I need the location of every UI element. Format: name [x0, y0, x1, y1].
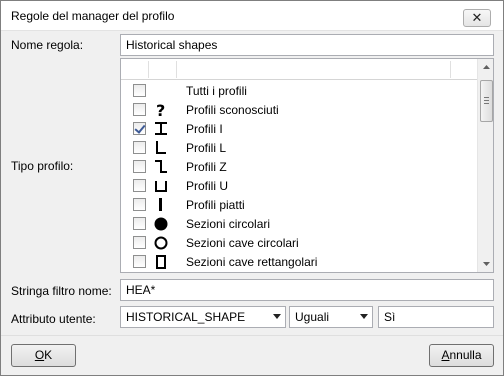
- checkbox-hollow-circular-sections[interactable]: [133, 236, 146, 249]
- list-item-z-profiles[interactable]: Profili Z: [121, 157, 477, 176]
- close-button[interactable]: ✕: [463, 9, 491, 27]
- cancel-button[interactable]: Annulla: [429, 344, 494, 367]
- item-label: Profili I: [186, 122, 223, 136]
- list-item-flat-profiles[interactable]: Profili piatti: [121, 195, 477, 214]
- hollow-circle-icon: [151, 234, 171, 251]
- list-item-all-profiles[interactable]: Tutti i profili: [121, 81, 477, 100]
- item-label: Tutti i profili: [186, 84, 247, 98]
- filled-circle-icon: [151, 215, 171, 232]
- attribute-value-input[interactable]: Sì: [378, 306, 494, 328]
- profile-manager-rules-dialog: Regole del manager del profilo ✕ Nome re…: [0, 0, 504, 376]
- item-label: Profili piatti: [186, 198, 245, 212]
- checkbox-circular-sections[interactable]: [133, 217, 146, 230]
- user-attribute-value: HISTORICAL_SHAPE: [126, 310, 246, 324]
- profile-type-list[interactable]: Tutti i profili ? Profili sconosciuti Pr…: [120, 58, 494, 273]
- user-attribute-select[interactable]: HISTORICAL_SHAPE: [120, 306, 286, 328]
- svg-text:?: ?: [156, 101, 165, 118]
- list-header: [121, 59, 477, 80]
- scrollbar-thumb[interactable]: [480, 80, 493, 122]
- item-label: Profili L: [186, 141, 227, 155]
- item-label: Sezioni cave circolari: [186, 236, 299, 250]
- u-channel-icon: [151, 177, 171, 194]
- chevron-down-icon: [360, 314, 368, 319]
- z-section-icon: [151, 158, 171, 175]
- window-title: Regole del manager del profilo: [11, 9, 175, 23]
- item-label: Sezioni cave rettangolari: [186, 255, 318, 269]
- operator-value: Uguali: [295, 310, 330, 324]
- rule-name-label: Nome regola:: [11, 38, 84, 52]
- list-item-i-profiles[interactable]: Profili I: [121, 119, 477, 138]
- flat-bar-icon: [151, 196, 171, 213]
- item-label: Sezioni circolari: [186, 217, 271, 231]
- ok-mnemonic: O: [34, 348, 45, 362]
- operator-select[interactable]: Uguali: [289, 306, 373, 328]
- checkbox-flat-profiles[interactable]: [133, 198, 146, 211]
- list-item-l-profiles[interactable]: Profili L: [121, 138, 477, 157]
- footer-divider: [1, 335, 503, 336]
- checkbox-z-profiles[interactable]: [133, 160, 146, 173]
- item-label: Profili Z: [186, 160, 227, 174]
- checkbox-l-profiles[interactable]: [133, 141, 146, 154]
- list-scrollbar[interactable]: [477, 59, 493, 272]
- list-item-hollow-circular-sections[interactable]: Sezioni cave circolari: [121, 233, 477, 252]
- l-angle-icon: [151, 139, 171, 156]
- checkbox-all-profiles[interactable]: [133, 84, 146, 97]
- name-filter-label: Stringa filtro nome:: [11, 284, 112, 298]
- profile-type-rows: Tutti i profili ? Profili sconosciuti Pr…: [121, 81, 477, 271]
- cancel-label-rest: nnulla: [449, 348, 482, 362]
- ok-label-rest: K: [44, 348, 53, 362]
- checkbox-unknown-profiles[interactable]: [133, 103, 146, 116]
- checkbox-i-profiles[interactable]: [133, 122, 146, 135]
- rule-name-input[interactable]: Historical shapes: [120, 34, 494, 56]
- list-item-u-profiles[interactable]: Profili U: [121, 176, 477, 195]
- hollow-rectangle-icon: [151, 253, 171, 270]
- i-beam-icon: [151, 120, 171, 137]
- title-bar: Regole del manager del profilo ✕: [1, 1, 503, 31]
- list-item-circular-sections[interactable]: Sezioni circolari: [121, 214, 477, 233]
- ok-button[interactable]: OK: [11, 344, 76, 367]
- checkbox-u-profiles[interactable]: [133, 179, 146, 192]
- item-label: Profili U: [186, 179, 229, 193]
- profile-type-label: Tipo profilo:: [11, 159, 74, 173]
- header-col-name[interactable]: [177, 61, 451, 78]
- scroll-down-arrow-icon[interactable]: [478, 255, 493, 272]
- question-mark-icon: ?: [151, 101, 171, 120]
- list-item-hollow-rectangular-sections[interactable]: Sezioni cave rettangolari: [121, 252, 477, 271]
- checkbox-hollow-rectangular-sections[interactable]: [133, 255, 146, 268]
- header-col-check[interactable]: [121, 61, 149, 78]
- name-filter-input[interactable]: HEA*: [120, 279, 494, 301]
- list-item-unknown-profiles[interactable]: ? Profili sconosciuti: [121, 100, 477, 120]
- chevron-down-icon: [273, 314, 281, 319]
- user-attribute-label: Attributo utente:: [11, 312, 96, 326]
- item-label: Profili sconosciuti: [186, 103, 279, 117]
- scroll-up-arrow-icon[interactable]: [478, 59, 493, 76]
- header-col-icon[interactable]: [149, 61, 177, 78]
